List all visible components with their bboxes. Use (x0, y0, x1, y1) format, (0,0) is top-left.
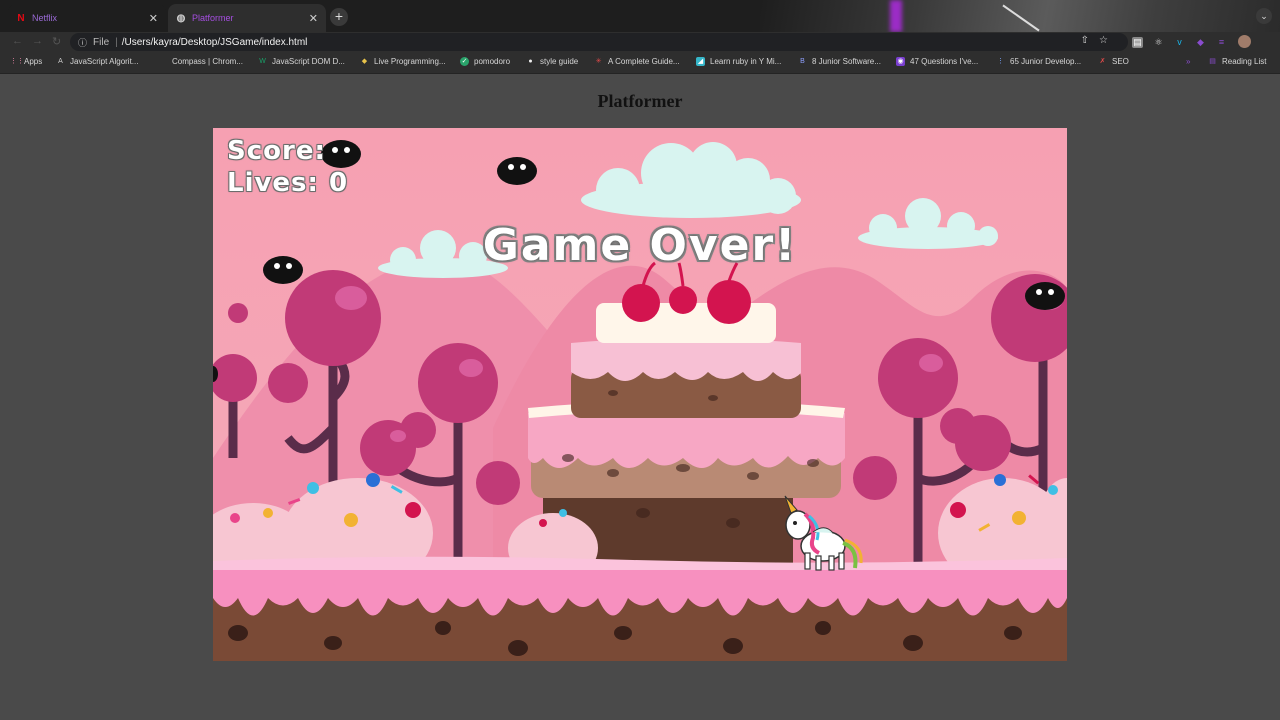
vimeo-icon[interactable]: v (1174, 37, 1185, 48)
apps-grid-icon: ⋮⋮ (10, 58, 24, 65)
bookmark-item[interactable]: B8 Junior Software... (798, 57, 881, 66)
check-circle-icon: ✓ (460, 57, 469, 66)
candy-ground (213, 556, 1067, 661)
address-bar[interactable]: ⓘ File | /Users/kayra/Desktop/JSGame/ind… (70, 33, 1128, 51)
score-display: Score: (227, 136, 326, 166)
bookmark-item[interactable]: ✓ pomodoro (460, 57, 510, 66)
bookmark-favicon-icon: ✗ (1099, 58, 1106, 65)
bookmark-favicon-icon: ✳ (595, 58, 602, 65)
bookmark-item[interactable]: ✗ SEO (1098, 57, 1129, 66)
tab-title: Platformer (192, 13, 234, 23)
react-devtools-icon[interactable]: ⚛ (1153, 37, 1164, 48)
bookmark-item[interactable]: ◢ Learn ruby in Y Mi... (696, 57, 781, 66)
bookmark-favicon-icon: ⋮ (997, 58, 1004, 65)
address-url[interactable]: /Users/kayra/Desktop/JSGame/index.html (122, 37, 308, 48)
lives-display: Lives: 0 (227, 168, 349, 198)
game-over-text: Game Over! (482, 220, 798, 271)
page-content: Platformer Score: Lives: 0 Game Over! (0, 75, 1280, 720)
bookmark-apps[interactable]: ⋮⋮ Apps (10, 57, 42, 66)
tab-netflix[interactable]: N Netflix ✕ (8, 4, 166, 32)
bookmark-favicon-icon: A (58, 58, 63, 65)
bookmark-item[interactable]: ◆ Live Programming... (360, 57, 446, 66)
bookmark-favicon-icon (158, 57, 167, 66)
bookmark-item[interactable]: A JavaScript Algorit... (56, 57, 138, 66)
reading-list-button[interactable]: ▤ Reading List (1208, 57, 1266, 66)
tab-platformer[interactable]: ◍ Platformer ✕ (168, 4, 326, 32)
bookmark-favicon-icon: ◆ (361, 58, 368, 65)
bookmark-item[interactable]: ⋮ 65 Junior Develop... (996, 57, 1081, 66)
back-arrow-icon[interactable]: ← (12, 35, 23, 47)
bookmarks-overflow-button[interactable]: » (1186, 57, 1190, 66)
netflix-icon: N (17, 12, 25, 24)
close-tab-icon[interactable]: ✕ (309, 12, 318, 25)
github-icon: ● (528, 58, 533, 65)
info-icon[interactable]: ⓘ (78, 36, 87, 49)
bookmark-item[interactable]: W JavaScript DOM D... (258, 57, 345, 66)
globe-icon: ◍ (176, 12, 186, 24)
page-title: Platformer (597, 91, 683, 111)
reload-icon[interactable]: ↻ (52, 35, 61, 48)
address-scheme: File (93, 36, 110, 48)
bookmark-item[interactable]: ◉ 47 Questions I've... (896, 57, 978, 66)
profile-avatar[interactable] (1238, 35, 1251, 48)
extension-icon[interactable]: ▤ (1132, 37, 1143, 48)
bookmark-favicon-icon: ◉ (896, 57, 905, 66)
browser-toolbar: ← → ↻ ⓘ File | /Users/kayra/Desktop/JSGa… (0, 32, 1280, 52)
game-canvas[interactable]: Score: Lives: 0 Game Over! (213, 128, 1067, 661)
tab-title: Netflix (32, 13, 58, 23)
forward-arrow-icon[interactable]: → (32, 35, 43, 47)
bookmark-favicon-icon: B (800, 58, 805, 65)
close-tab-icon[interactable]: ✕ (149, 12, 158, 25)
share-and-bookmark-icons[interactable]: ⇧☆ (1081, 35, 1118, 46)
bookmark-item[interactable]: ● style guide (526, 57, 578, 66)
bookmark-favicon-icon: ◢ (696, 57, 705, 66)
tab-bar: N Netflix ✕ ◍ Platformer ✕ + ⌄ (0, 0, 1280, 32)
bookmark-item[interactable]: ✳ A Complete Guide... (594, 57, 680, 66)
tab-bar-decoration (760, 0, 1280, 32)
game-scene (213, 140, 1067, 661)
tab-search-button[interactable]: ⌄ (1256, 8, 1272, 24)
bookmark-favicon-icon: W (259, 58, 266, 65)
new-tab-button[interactable]: + (330, 8, 348, 26)
bookmark-item[interactable]: Compass | Chrom... (158, 57, 243, 66)
bookmarks-bar: ⋮⋮ Apps A JavaScript Algorit... Compass | … (0, 52, 1280, 74)
extension-icon-2[interactable]: ◆ (1195, 37, 1206, 48)
extensions-puzzle-icon[interactable]: ≡ (1216, 37, 1227, 48)
reading-list-icon: ▤ (1209, 58, 1216, 65)
